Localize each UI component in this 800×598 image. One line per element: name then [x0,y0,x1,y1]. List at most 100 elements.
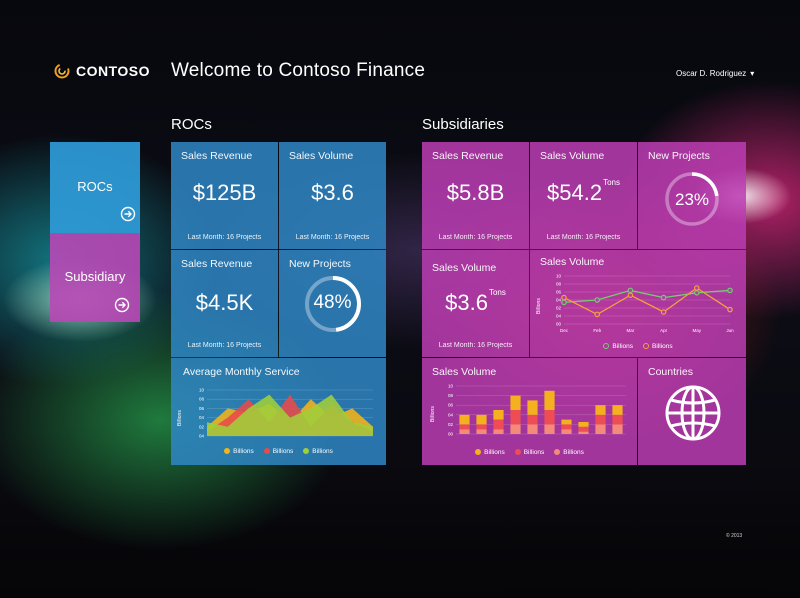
bar-segment [595,414,606,425]
tile-footer: Last Month: 16 Projects [438,234,513,241]
bar-segment [476,429,487,434]
line-point [727,306,733,313]
bar-segment [459,429,470,434]
tick-label: 00 [556,322,562,327]
subs-sales-revenue-tile[interactable]: Sales Revenue $5.8B Last Month: 16 Proje… [422,142,529,249]
chart-legend: Billions Billions [530,343,746,350]
legend-item: Billions [224,448,254,455]
bar-segment [510,395,521,410]
tile-unit: Tons [603,178,620,187]
tile-caption: Sales Volume [432,366,497,378]
bar-segment [510,410,521,425]
bar-segment [527,400,538,415]
tile-footer: Last Month: 16 Projects [546,234,621,241]
subs-sales-volume-tile-2[interactable]: Sales Volume $3.6Tons Last Month: 16 Pro… [422,250,529,357]
bar-segment [493,419,504,430]
tick-label: 08 [448,393,454,398]
bar-segment [476,414,487,425]
rocs-average-monthly-service-tile[interactable]: Average Monthly Service Billions 10 08 06 04… [171,358,386,465]
bar-segment [544,424,555,434]
tile-value: $5.8B [446,180,505,205]
chart-legend: Billions Billions Billions [171,448,386,455]
tick-label: 04 [556,298,562,303]
bar-segment [544,390,555,410]
tick-label-x: May [693,328,702,333]
copyright: © 2013 [726,533,743,539]
area-chart: Billions 10 08 06 04 02 04 [177,388,373,439]
rocs-new-projects-tile[interactable]: New Projects 48% [279,250,386,357]
line-point [727,287,733,294]
axis-label-y: Billions [177,410,183,426]
tile-value: 48% [313,292,352,313]
line-point [561,299,567,306]
bar-segment [459,414,470,425]
line-point [694,289,700,296]
nav-tile-label: Subsidiary [64,269,126,284]
bar-segment [493,429,504,434]
tile-caption: Sales Volume [540,256,605,268]
line-point [594,297,601,303]
subs-countries-tile[interactable]: Countries [638,358,746,465]
tick-label: 10 [556,274,562,279]
legend-item: Billions [643,343,673,350]
tick-label: 04 [199,434,205,439]
bar-segment [612,424,623,434]
tick-label: 08 [199,397,205,402]
tile-caption: Sales Revenue [181,150,253,162]
rocs-sales-volume-tile[interactable]: Sales Volume $3.6 Last Month: 16 Project… [279,142,386,249]
tile-footer: Last Month: 16 Projects [438,342,513,349]
subs-sales-volume-bar-tile[interactable]: Sales Volume Billions 10 08 06 04 02 00 Billio… [422,358,637,465]
tile-footer: Last Month: 16 Projects [187,234,262,241]
bar-segment [595,405,606,415]
tick-label: 04 [199,415,205,420]
legend-item: Billions [603,343,633,350]
bar-segment [561,419,572,425]
tile-caption: Average Monthly Service [183,366,300,378]
legend-item: Billions [475,449,505,456]
tile-value: $3.6 [311,180,354,205]
line-point [627,287,634,294]
globe-icon [665,385,721,441]
bar-segment [578,422,589,427]
bar-segment [578,426,589,432]
tick-label: 04 [448,412,454,417]
rocs-sales-revenue-tile-2[interactable]: Sales Revenue $4.5K Last Month: 16 Proje… [171,250,278,357]
brand-name: CONTOSO [76,63,151,79]
bar-segment [612,414,623,425]
tick-label-x: Dec [560,328,569,333]
tile-footer: Last Month: 16 Projects [295,234,370,241]
tick-label-x: Apr [660,328,668,333]
subs-new-projects-tile[interactable]: New Projects 23% [638,142,746,249]
tile-unit: Tons [488,288,506,297]
subs-sales-volume-tile[interactable]: Sales Volume $54.2Tons Last Month: 16 Pr… [530,142,637,249]
chart-legend: Billions Billions Billions [422,449,637,456]
tile-caption: New Projects [289,258,351,270]
tick-label: 10 [199,388,205,393]
tick-label: 02 [448,422,454,427]
bar-segment [527,414,538,425]
brand-logo: CONTOSO [54,63,150,79]
user-menu[interactable]: Oscar D. Rodriguez ▾ [676,69,754,78]
nav-tile-subsidiary[interactable]: Subsidiary [50,233,140,322]
tick-label: 10 [448,384,454,389]
tick-label: 00 [448,432,454,437]
tick-label: 08 [556,282,562,287]
bar-segment [578,431,589,434]
legend-item: Billions [263,448,293,455]
user-name: Oscar D. Rodriguez [676,69,747,78]
bar-segment [561,424,572,430]
line-point [660,309,667,315]
tile-caption: Sales Revenue [432,150,504,162]
arrow-right-circle-icon [114,297,130,313]
rocs-sales-revenue-tile[interactable]: Sales Revenue $125B Last Month: 16 Proje… [171,142,278,249]
line-point [594,311,601,318]
bar-segment [544,410,555,425]
bar-segment [595,424,606,434]
tile-value: $54.2Tons [547,178,620,205]
nav-tile-rocs[interactable]: ROCs [50,142,140,233]
chevron-down-icon: ▾ [750,69,755,78]
tick-label: 04 [556,314,562,319]
subs-sales-volume-line-tile[interactable]: Sales Volume Billions 10 08 06 04 02 04 00 Dec Fe… [530,250,746,357]
tick-label: 02 [556,306,562,311]
tile-value: $4.5K [195,290,254,315]
